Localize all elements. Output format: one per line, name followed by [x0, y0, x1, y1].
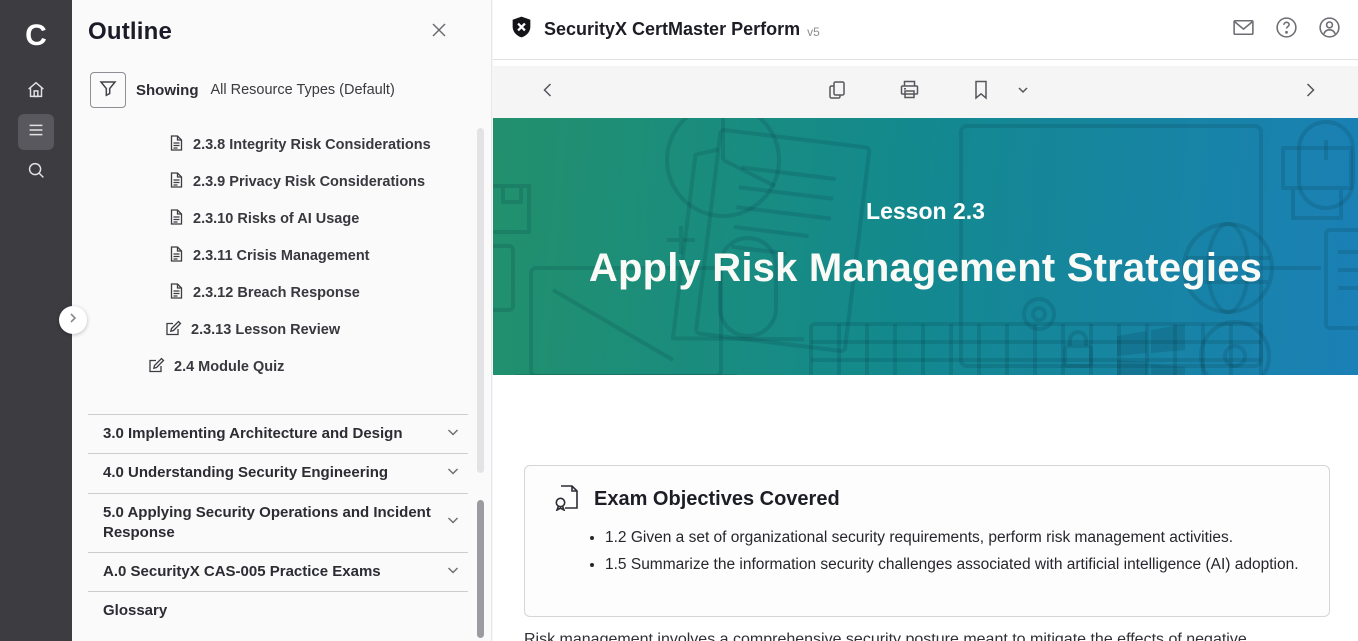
outline-menu-button[interactable] — [18, 114, 54, 150]
main-area: SecurityX CertMaster Perform v5 — [493, 0, 1358, 641]
outline-item[interactable]: 2.3.11 Crisis Management — [72, 237, 491, 274]
chevron-down-icon — [1016, 83, 1030, 102]
document-icon — [169, 135, 184, 155]
search-button[interactable] — [18, 154, 54, 190]
next-page-button[interactable] — [1290, 66, 1330, 118]
section-row[interactable]: 5.0 Applying Security Operations and Inc… — [88, 493, 468, 553]
copy-button[interactable] — [817, 66, 857, 118]
lesson-title: Apply Risk Management Strategies — [493, 246, 1358, 291]
chevron-right-icon — [1301, 81, 1319, 104]
outline-item[interactable]: 2.3.8 Integrity Risk Considerations — [72, 126, 491, 163]
outline-item[interactable]: 2.3.9 Privacy Risk Considerations — [72, 163, 491, 200]
app-version: v5 — [807, 25, 820, 39]
home-button[interactable] — [18, 74, 54, 110]
search-icon — [25, 159, 47, 186]
module-sections: 3.0 Implementing Architecture and Design… — [88, 414, 468, 631]
panel-title: Outline — [88, 18, 172, 46]
objective-item: 1.5 Summarize the information security c… — [605, 553, 1305, 577]
document-icon — [169, 209, 184, 229]
edit-icon — [148, 357, 165, 377]
brand-logo[interactable]: C — [25, 12, 47, 60]
print-button[interactable] — [889, 66, 929, 118]
lesson-toolbar — [493, 66, 1358, 118]
close-panel-button[interactable] — [427, 20, 451, 44]
lesson-banner: Lesson 2.3 Apply Risk Management Strateg… — [493, 118, 1358, 375]
bookmark-menu-button[interactable] — [1003, 66, 1043, 118]
objective-item: 1.2 Given a set of organizational securi… — [605, 526, 1305, 550]
section-row[interactable]: 4.0 Understanding Security Engineering — [88, 453, 468, 492]
objectives-list: 1.2 Given a set of organizational securi… — [553, 526, 1305, 577]
outline-list: 2.3.8 Integrity Risk Considerations 2.3.… — [72, 126, 491, 385]
outline-item[interactable]: 2.3.13 Lesson Review — [72, 311, 491, 348]
certificate-icon — [553, 483, 581, 516]
account-icon — [1317, 15, 1342, 45]
app-header: SecurityX CertMaster Perform v5 — [493, 0, 1358, 60]
previous-page-button[interactable] — [528, 66, 568, 118]
chevron-right-icon — [67, 311, 79, 329]
document-icon — [169, 172, 184, 192]
chevron-down-icon — [446, 563, 460, 582]
section-row[interactable]: 3.0 Implementing Architecture and Design — [88, 414, 468, 453]
outline-item[interactable]: 2.3.10 Risks of AI Usage — [72, 200, 491, 237]
chevron-down-icon — [446, 464, 460, 483]
section-row-glossary[interactable]: Glossary — [88, 591, 468, 630]
filter-label: Showing — [136, 82, 199, 99]
filter-button[interactable] — [90, 72, 126, 108]
print-icon — [898, 78, 921, 106]
app-title: SecurityX CertMaster Perform — [544, 19, 800, 40]
lesson-intro-paragraph: Risk management involves a comprehensive… — [524, 628, 1334, 641]
bookmark-icon — [971, 79, 991, 106]
chevron-left-icon — [539, 81, 557, 104]
mail-icon — [1231, 15, 1256, 45]
shield-x-icon — [509, 15, 534, 45]
chevron-down-icon — [446, 425, 460, 444]
close-icon — [429, 20, 449, 45]
menu-icon — [25, 119, 47, 146]
outline-panel: Outline Showing All Resource Types (Defa… — [72, 0, 492, 641]
panel-collapse-handle[interactable] — [59, 306, 87, 334]
help-button[interactable] — [1273, 17, 1299, 43]
funnel-icon — [98, 78, 118, 103]
bookmark-button[interactable] — [961, 66, 1001, 118]
outline-item[interactable]: 2.3.12 Breach Response — [72, 274, 491, 311]
filter-value[interactable]: All Resource Types (Default) — [211, 82, 395, 98]
messages-button[interactable] — [1230, 17, 1256, 43]
document-icon — [169, 283, 184, 303]
home-icon — [25, 79, 47, 106]
sidebar-scrollbar-track[interactable] — [477, 128, 484, 473]
help-icon — [1274, 15, 1299, 45]
document-icon — [169, 246, 184, 266]
chevron-down-icon — [446, 513, 460, 532]
outline-item[interactable]: 2.4 Module Quiz — [72, 348, 491, 385]
copy-icon — [826, 79, 848, 106]
lesson-number: Lesson 2.3 — [493, 198, 1358, 225]
exam-objectives-card: Exam Objectives Covered 1.2 Given a set … — [524, 465, 1330, 617]
edit-icon — [165, 320, 182, 340]
section-row[interactable]: A.0 SecurityX CAS-005 Practice Exams — [88, 552, 468, 591]
app-window: C Outline — [0, 0, 1358, 641]
account-button[interactable] — [1316, 17, 1342, 43]
objectives-title: Exam Objectives Covered — [594, 488, 840, 511]
sidebar-scrollbar-thumb[interactable] — [477, 500, 484, 638]
